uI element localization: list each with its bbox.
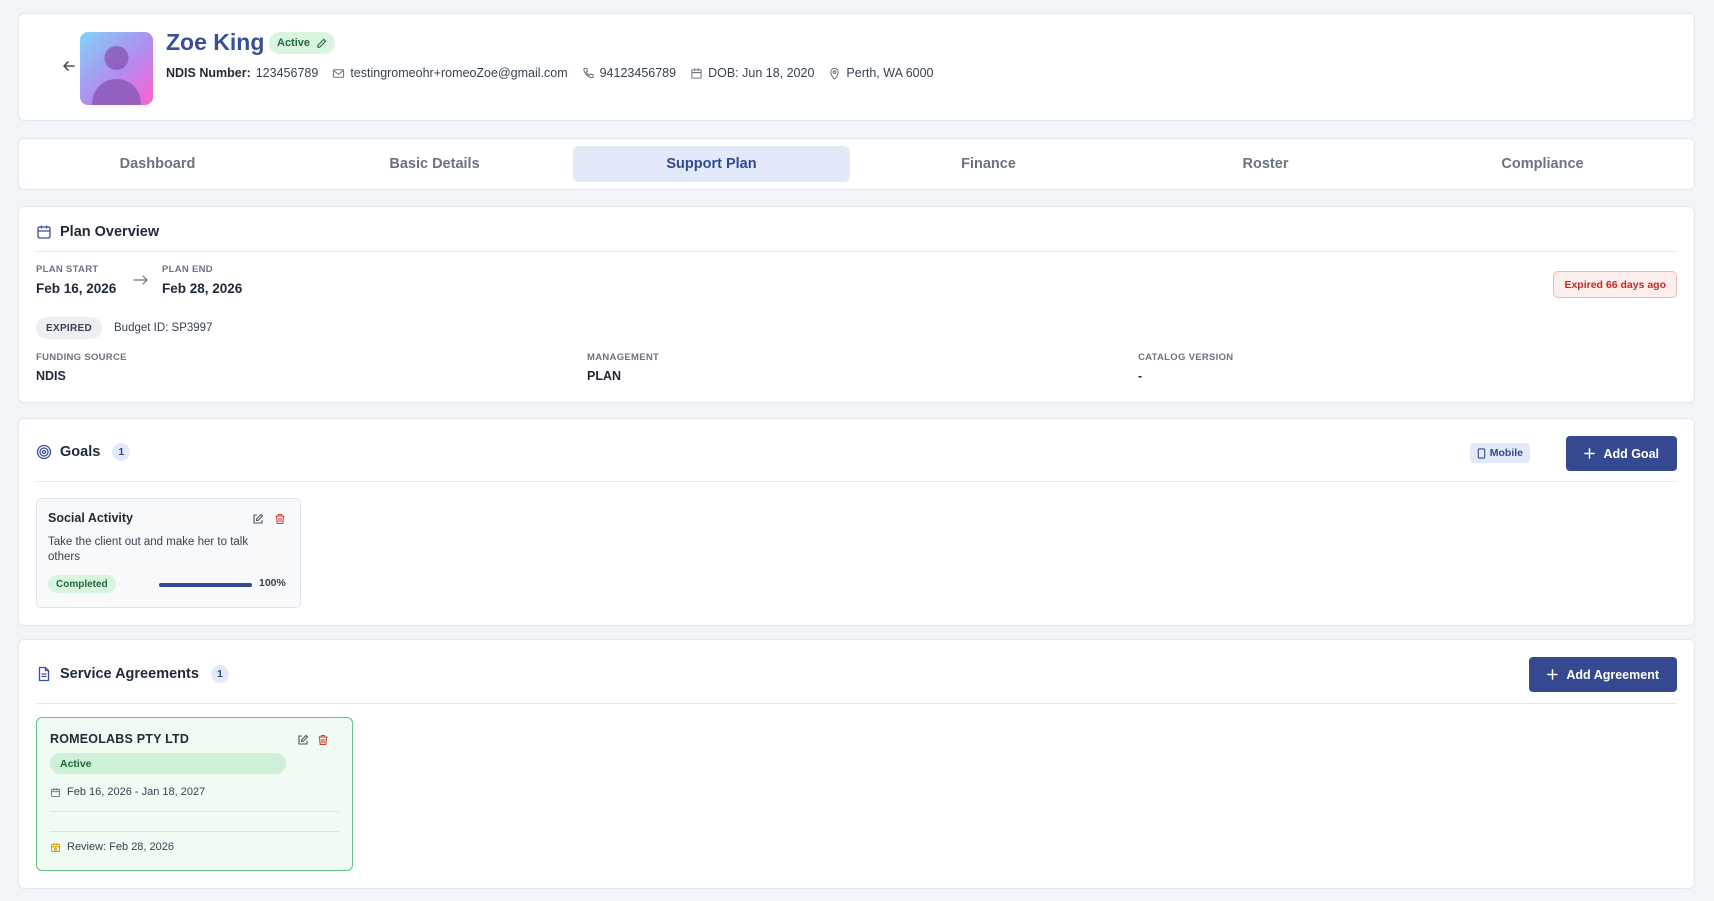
- mobile-label: Mobile: [1489, 447, 1523, 459]
- divider: [36, 703, 1677, 704]
- plan-status-row: EXPIRED Budget ID: SP3997: [36, 317, 212, 339]
- document-icon: [36, 666, 52, 682]
- person-silhouette-icon: [92, 46, 141, 105]
- map-pin-icon: [828, 67, 841, 80]
- agreements-header: Service Agreements 1: [36, 665, 229, 683]
- plan-overview-section: Plan Overview PLAN START Feb 16, 2026 PL…: [18, 206, 1695, 403]
- tab-roster[interactable]: Roster: [1127, 146, 1404, 182]
- arrow-right-icon: [133, 273, 149, 291]
- mobile-phone-icon: [1477, 447, 1486, 459]
- catalog-version-label: CATALOG VERSION: [1138, 352, 1234, 363]
- tab-basic-details[interactable]: Basic Details: [296, 146, 573, 182]
- plus-icon: [1584, 448, 1596, 459]
- budget-id: Budget ID: SP3997: [114, 322, 213, 334]
- mail-icon: [332, 67, 345, 80]
- section-title: Plan Overview: [60, 224, 160, 240]
- dob-value: DOB: Jun 18, 2020: [708, 66, 815, 80]
- tab-support-plan[interactable]: Support Plan: [573, 146, 850, 182]
- calendar-icon: [690, 67, 703, 80]
- goal-description: Take the client out and make her to talk…: [48, 536, 249, 563]
- phone-value: 94123456789: [599, 66, 677, 80]
- plan-start-value: Feb 16, 2026: [36, 281, 117, 296]
- agreement-status-badge: Active: [50, 753, 286, 774]
- goal-progress-bar: [159, 583, 252, 587]
- edit-icon[interactable]: [250, 511, 266, 527]
- section-title: Service Agreements: [60, 666, 199, 682]
- plan-status-tag: EXPIRED: [36, 317, 103, 339]
- divider: [50, 831, 339, 832]
- avatar: [80, 32, 153, 105]
- client-meta-row: NDIS Number: 123456789 testingromeohr+ro…: [166, 66, 934, 80]
- client-status-label: Active: [277, 37, 311, 49]
- divider: [36, 251, 1677, 252]
- ndis-value: 123456789: [255, 66, 319, 80]
- plan-overview-header: Plan Overview: [36, 224, 159, 240]
- plan-end-label: PLAN END: [162, 264, 213, 275]
- ndis-number: NDIS Number: 123456789: [166, 66, 318, 80]
- add-goal-button[interactable]: Add Goal: [1566, 436, 1677, 471]
- client-header: Zoe King Active NDIS Number: 123456789 t…: [18, 13, 1695, 121]
- agreement-review-date: Review: Feb 28, 2026: [67, 841, 175, 853]
- goal-status-badge: Completed: [48, 575, 116, 593]
- review-calendar-icon: [50, 842, 61, 853]
- plus-icon: [1547, 669, 1559, 680]
- funding-source-label: FUNDING SOURCE: [36, 352, 127, 363]
- catalog-version: CATALOG VERSION -: [1138, 352, 1233, 383]
- edit-icon[interactable]: [295, 732, 311, 748]
- goal-progress-text: 100%: [259, 577, 286, 589]
- plan-start-label: PLAN START: [36, 264, 99, 275]
- add-agreement-label: Add Agreement: [1566, 667, 1659, 682]
- goals-count-badge: 1: [112, 443, 131, 461]
- pencil-icon: [317, 38, 327, 48]
- goals-section: Goals 1 Mobile Add Goal Social Activity …: [18, 418, 1695, 626]
- catalog-version-value: -: [1138, 369, 1143, 383]
- management-value: PLAN: [587, 369, 622, 383]
- trash-icon[interactable]: [272, 511, 288, 527]
- agreement-dates: Feb 16, 2026 - Jan 18, 2027: [50, 786, 205, 798]
- management-label: MANAGEMENT: [587, 352, 660, 363]
- client-status-badge[interactable]: Active: [269, 32, 336, 54]
- target-icon: [36, 444, 52, 460]
- back-arrow-icon[interactable]: [57, 54, 81, 78]
- divider: [50, 811, 339, 812]
- funding-source: FUNDING SOURCE NDIS: [36, 352, 127, 383]
- plan-end: PLAN END Feb 28, 2026: [162, 264, 242, 296]
- agreement-provider: ROMEOLABS PTY LTD: [50, 732, 190, 746]
- location-value: Perth, WA 6000: [846, 66, 934, 80]
- ndis-label: NDIS Number:: [166, 66, 251, 80]
- goal-card[interactable]: Social Activity Take the client out and …: [36, 498, 301, 608]
- funding-source-value: NDIS: [36, 369, 66, 383]
- agreements-count-badge: 1: [210, 665, 229, 683]
- calendar-icon: [36, 224, 52, 240]
- phone-icon: [582, 67, 595, 80]
- client-dob: DOB: Jun 18, 2020: [690, 66, 814, 80]
- divider: [36, 481, 1677, 482]
- plan-end-value: Feb 28, 2026: [162, 281, 243, 296]
- tab-compliance[interactable]: Compliance: [1404, 146, 1681, 182]
- client-location: Perth, WA 6000: [828, 66, 934, 80]
- section-title: Goals: [60, 444, 101, 460]
- plan-start: PLAN START Feb 16, 2026: [36, 264, 116, 296]
- expired-notice-badge: Expired 66 days ago: [1553, 271, 1677, 298]
- add-goal-label: Add Goal: [1603, 446, 1659, 461]
- add-agreement-button[interactable]: Add Agreement: [1529, 657, 1677, 692]
- mobile-toggle[interactable]: Mobile: [1469, 443, 1530, 463]
- goal-progress-fill: [159, 583, 252, 587]
- trash-icon[interactable]: [315, 732, 331, 748]
- tab-finance[interactable]: Finance: [850, 146, 1127, 182]
- client-name: Zoe King: [166, 29, 265, 55]
- email-value: testingromeohr+romeoZoe@gmail.com: [350, 66, 568, 80]
- tab-dashboard[interactable]: Dashboard: [19, 146, 296, 182]
- management: MANAGEMENT PLAN: [587, 352, 659, 383]
- service-agreements-section: Service Agreements 1 Add Agreement ROMEO…: [18, 639, 1695, 889]
- agreement-review: Review: Feb 28, 2026: [50, 841, 174, 853]
- agreement-date-range: Feb 16, 2026 - Jan 18, 2027: [67, 786, 206, 798]
- tab-bar: Dashboard Basic Details Support Plan Fin…: [18, 138, 1695, 190]
- goals-header: Goals 1: [36, 443, 131, 461]
- goal-title: Social Activity: [48, 511, 133, 525]
- calendar-icon: [50, 787, 61, 798]
- client-phone: 94123456789: [582, 66, 676, 80]
- client-email: testingromeohr+romeoZoe@gmail.com: [332, 66, 568, 80]
- agreement-card[interactable]: ROMEOLABS PTY LTD Active Feb 16, 2026 - …: [36, 717, 353, 871]
